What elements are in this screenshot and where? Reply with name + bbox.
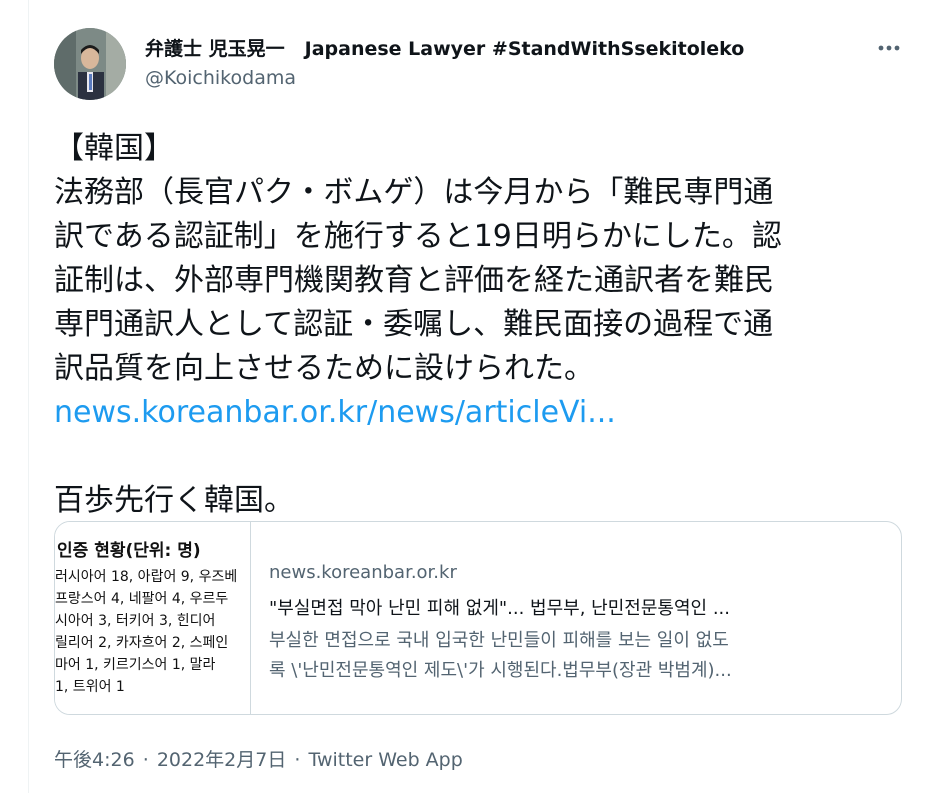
tweet-text-line: 法務部（長官パク・ボムゲ）は今月から「難民専門通 <box>54 175 774 210</box>
thumbnail-line: 릴리어 2, 카자흐어 2, 스페인 <box>55 635 229 651</box>
tweet-text-line: 訳品質を向上させるために設けられた。 <box>54 351 594 386</box>
thumbnail-line: 러시아어 18, 아랍어 9, 우즈베 <box>55 569 238 585</box>
thumbnail-title: 인증 현황(단위: 명) <box>57 541 201 561</box>
link-preview-card[interactable]: 인증 현황(단위: 명) 러시아어 18, 아랍어 9, 우즈베 프랑스어 4,… <box>54 521 902 715</box>
timeline-border <box>28 0 29 793</box>
tweet-link[interactable]: news.koreanbar.or.kr/news/articleVi... <box>54 391 914 435</box>
tweet-meta: 午後4:26 · 2022年2月7日 · Twitter Web App <box>54 745 463 772</box>
author-display-name[interactable]: 弁護士 児玉晃一 <box>145 38 285 60</box>
tweet-text-line: 訳である認証制」を施行すると19日明らかにした。認 <box>54 219 782 254</box>
tweet-text-line: 【韓国】 <box>54 131 174 166</box>
tweet-text: 【韓国】 法務部（長官パク・ボムゲ）は今月から「難民専門通 訳である認証制」を施… <box>54 127 914 523</box>
author-bio-title[interactable]: Japanese Lawyer #StandWithSsekitoleko <box>305 38 745 60</box>
tweet-source-link[interactable]: Twitter Web App <box>308 749 462 771</box>
card-domain: news.koreanbar.or.kr <box>269 562 457 583</box>
more-horizontal-icon <box>878 45 900 51</box>
meta-separator: · <box>294 749 301 771</box>
thumbnail-line: 프랑스어 4, 네팔어 4, 우르두 <box>55 591 229 607</box>
thumbnail-line: 1, 트위어 1 <box>55 679 125 695</box>
avatar-photo-icon <box>54 28 126 100</box>
tweet-closing-line: 百歩先行く韓国。 <box>54 483 294 518</box>
card-description-line: 록 \'난민전문통역인 제도\'가 시행된다.법무부(장관 박범계)... <box>269 660 732 681</box>
card-thumbnail[interactable]: 인증 현황(단위: 명) 러시아어 18, 아랍어 9, 우즈베 프랑스어 4,… <box>55 522 251 714</box>
thumbnail-line: 시아어 3, 터키어 3, 힌디어 <box>55 613 216 629</box>
author-avatar[interactable] <box>54 28 126 100</box>
meta-separator: · <box>142 749 149 771</box>
author-name-line[interactable]: 弁護士 児玉晃一 Japanese Lawyer #StandWithSsekit… <box>145 34 744 61</box>
author-handle[interactable]: @Koichikodama <box>145 67 296 89</box>
thumbnail-line: 마어 1, 키르기스어 1, 말라 <box>55 657 216 673</box>
tweet-text-line: 証制は、外部専門機関教育と評価を経た通訳者を難民 <box>54 263 774 298</box>
card-description-line: 부실한 면접으로 국내 입국한 난민들이 피해를 보는 일이 없도 <box>269 630 729 651</box>
tweet-time[interactable]: 午後4:26 <box>54 749 135 771</box>
card-title: "부실면접 막아 난민 피해 없게"... 법무부, 난민전문통역인 ... <box>269 598 730 619</box>
tweet-date[interactable]: 2022年2月7日 <box>157 749 287 771</box>
tweet-text-line: 専門通訳人として認証・委嘱し、難民面接の過程で通 <box>54 307 774 342</box>
more-options-button[interactable] <box>872 36 906 60</box>
card-description: 부실한 면접으로 국내 입국한 난민들이 피해를 보는 일이 없도 록 \'난민… <box>269 626 889 686</box>
